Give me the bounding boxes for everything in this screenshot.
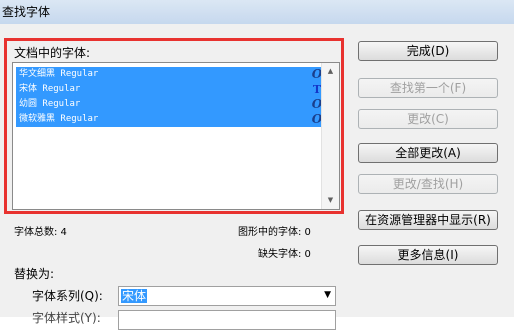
replace-with-label: 替换为: (14, 267, 55, 281)
font-name: 微软雅黑 Regular (19, 114, 99, 124)
scroll-up-arrow-icon[interactable]: ▲ (322, 63, 339, 80)
font-name: 宋体 Regular (19, 84, 81, 94)
reveal-in-explorer-button[interactable]: 在资源管理器中显示(R) (358, 210, 498, 230)
title-bar: 查找字体 (0, 0, 514, 24)
font-list-item[interactable]: 微软雅黑 Regular O (16, 112, 325, 127)
font-family-label: 字体系列(Q): (32, 289, 103, 303)
chevron-down-icon[interactable]: ▼ (324, 290, 331, 300)
font-name: 幼圆 Regular (19, 99, 81, 109)
font-family-value: 宋体 (121, 289, 148, 303)
font-list-item[interactable]: 华文细黑 Regular O (16, 67, 325, 82)
more-info-button[interactable]: 更多信息(I) (358, 245, 498, 265)
font-name: 华文细黑 Regular (19, 69, 99, 79)
font-list-item[interactable]: 幼圆 Regular O (16, 97, 325, 112)
font-list-item[interactable]: 宋体 Regular T (16, 82, 325, 97)
change-all-button[interactable]: 全部更改(A) (358, 143, 498, 163)
scroll-down-arrow-icon[interactable]: ▼ (322, 192, 339, 209)
missing-fonts-count: 缺失字体: 0 (258, 249, 311, 260)
fonts-in-graphics-count: 图形中的字体: 0 (238, 227, 311, 238)
total-fonts-count: 字体总数: 4 (14, 227, 67, 238)
font-family-select[interactable]: 宋体 ▼ (118, 286, 336, 306)
change-find-button[interactable]: 更改/查找(H) (358, 174, 498, 194)
change-button[interactable]: 更改(C) (358, 109, 498, 129)
font-style-select[interactable] (118, 310, 336, 330)
fonts-list[interactable]: 华文细黑 Regular O 宋体 Regular T 幼圆 Regular O… (12, 62, 340, 210)
fonts-list-scrollbar[interactable]: ▲ ▼ (321, 63, 339, 209)
window-title: 查找字体 (2, 5, 51, 19)
done-button[interactable]: 完成(D) (358, 41, 498, 61)
font-style-label: 字体样式(Y): (32, 311, 101, 325)
find-first-button[interactable]: 查找第一个(F) (358, 78, 498, 98)
fonts-in-document-label: 文档中的字体: (14, 46, 91, 60)
